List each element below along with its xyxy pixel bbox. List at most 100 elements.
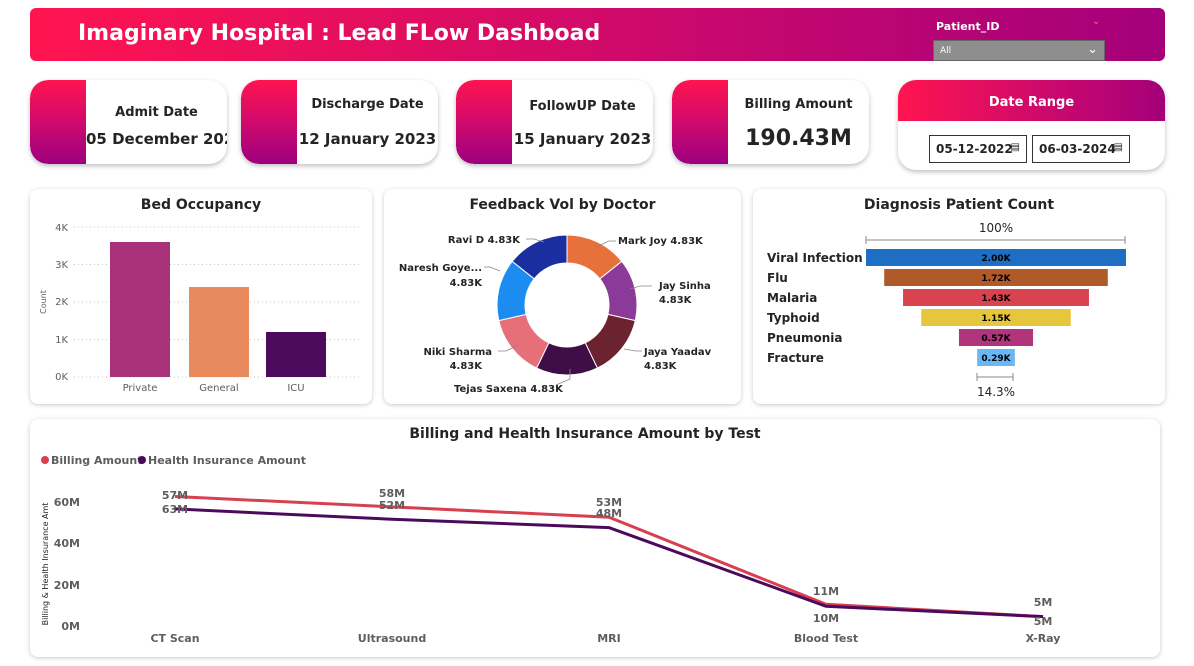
billing-panel: Billing and Health Insurance Amount by T… [30, 419, 1160, 657]
insurance-data-label: 52M [379, 499, 405, 512]
bed-occupancy-panel: Bed Occupancy Count 0K 1K 2K 3K 4K Priva… [30, 189, 372, 404]
followup-date-card: FollowUP Date 15 January 2023 [456, 80, 653, 164]
y-tick-label: 0M [61, 620, 80, 633]
y-tick-label: 40M [54, 537, 80, 550]
funnel-category-label: Pneumonia [767, 331, 843, 345]
funnel-value-label: 0.29K [981, 354, 1011, 364]
x-category-label: X-Ray [1026, 632, 1061, 645]
patient-id-slicer-label: Patient_ID [936, 20, 1000, 33]
donut-label: Niki Sharma [423, 347, 492, 358]
card-label: FollowUP Date [529, 99, 636, 114]
donut-label: Mark Joy 4.83K [618, 236, 704, 247]
donut-label: Ravi D 4.83K [448, 235, 521, 246]
funnel-category-label: Flu [767, 271, 788, 285]
header-bar: Imaginary Hospital : Lead FLow Dashboad … [30, 8, 1165, 61]
card-accent [30, 80, 86, 164]
funnel-category-label: Malaria [767, 291, 817, 305]
donut-label: Jaya Yaadav [643, 347, 712, 358]
legend-marker-insurance [138, 456, 146, 464]
calendar-icon[interactable]: ▤ [1114, 142, 1123, 153]
admit-date-card: Admit Date 05 December 2022 [30, 80, 227, 164]
donut-label: Tejas Saxena 4.83K [454, 384, 564, 395]
y-axis-label: Billing & Health Insurance Amt [41, 503, 50, 626]
chevron-down-icon: ⌄ [1087, 42, 1098, 57]
legend-label-insurance: Health Insurance Amount [148, 454, 306, 467]
end-date-value: 06-03-2024 [1039, 142, 1116, 156]
feedback-panel: Feedback Vol by Doctor Mark Joy 4.83K Ja… [384, 189, 741, 404]
y-tick-label: 4K [55, 223, 68, 234]
billing-data-label: 11M [813, 585, 839, 598]
date-range-slicer: Date Range 05-12-2022 ▤ 06-03-2024 ▤ [898, 80, 1165, 170]
y-tick-label: 0K [55, 372, 68, 383]
card-value: 15 January 2023 [513, 130, 652, 148]
billing-amount-card: Billing Amount 190.43M [672, 80, 869, 164]
billing-line-chart: Billing Amount Health Insurance Amount B… [41, 454, 1061, 645]
feedback-donut-chart: Mark Joy 4.83K Jay Sinha 4.83K Jaya Yaad… [399, 234, 712, 395]
funnel-value-label: 1.72K [981, 274, 1011, 284]
start-date-input[interactable]: 05-12-2022 ▤ [929, 135, 1027, 163]
x-category-label: Private [123, 383, 158, 394]
insurance-data-label: 48M [596, 507, 622, 520]
date-range-title: Date Range [988, 95, 1075, 110]
donut-label: 4.83K [644, 361, 678, 372]
card-label: Admit Date [115, 105, 198, 120]
donut-label: 4.83K [659, 295, 693, 306]
slicer-selected-value: All [940, 46, 952, 56]
funnel-category-label: Typhoid [767, 311, 820, 325]
bar-icu[interactable] [266, 332, 326, 377]
billing-data-label: 5M [1034, 596, 1053, 609]
donut-label: Naresh Goye... [399, 263, 482, 274]
y-tick-label: 1K [55, 335, 68, 346]
diagnosis-funnel-chart: 100% 2.00K Viral Infection 1.72K Flu 1.43K Ma… [767, 221, 1126, 399]
billing-data-label: 57M [162, 489, 188, 502]
x-category-label: MRI [597, 632, 621, 645]
date-range-header: Date Range [898, 80, 1165, 121]
funnel-top-percent: 100% [979, 221, 1013, 235]
x-category-label: General [199, 383, 238, 394]
discharge-date-card: Discharge Date 12 January 2023 [241, 80, 438, 164]
card-label: Billing Amount [744, 97, 853, 112]
y-tick-label: 60M [54, 496, 80, 509]
x-category-label: Blood Test [794, 632, 858, 645]
funnel-value-label: 2.00K [981, 254, 1011, 264]
patient-id-slicer-dropdown[interactable]: All ⌄ [933, 40, 1105, 61]
funnel-value-label: 1.15K [981, 314, 1011, 324]
insurance-data-label: 10M [813, 612, 839, 625]
calendar-icon[interactable]: ▤ [1011, 142, 1020, 153]
card-value: 05 December 2022 [86, 130, 227, 148]
diagnosis-panel: Diagnosis Patient Count 100% 2.00K Viral … [753, 189, 1165, 404]
x-category-label: CT Scan [150, 632, 199, 645]
funnel-bottom-percent: 14.3% [977, 385, 1015, 399]
funnel-value-label: 1.43K [981, 294, 1011, 304]
donut-label: 4.83K [450, 361, 484, 372]
health-insurance-line[interactable] [174, 507, 1044, 619]
start-date-value: 05-12-2022 [936, 142, 1013, 156]
card-label: Discharge Date [311, 97, 424, 112]
page-title: Imaginary Hospital : Lead FLow Dashboad [78, 21, 601, 46]
end-date-input[interactable]: 06-03-2024 ▤ [1032, 135, 1130, 163]
funnel-category-label: Fracture [767, 351, 824, 365]
y-tick-label: 3K [55, 260, 68, 271]
card-value: 12 January 2023 [298, 130, 437, 148]
card-value: 190.43M [745, 126, 852, 151]
insurance-data-label: 63M [162, 503, 188, 516]
card-accent [456, 80, 512, 164]
y-tick-label: 2K [55, 297, 68, 308]
y-axis-label: Count [39, 290, 48, 314]
bed-occupancy-chart: Count 0K 1K 2K 3K 4K Private General ICU [39, 223, 360, 394]
funnel-value-label: 0.57K [981, 334, 1011, 344]
y-tick-label: 20M [54, 579, 80, 592]
bar-general[interactable] [189, 287, 249, 377]
legend-marker-billing [41, 456, 49, 464]
insurance-data-label: 5M [1034, 615, 1053, 628]
chevron-down-icon: ⌄ [1092, 16, 1101, 27]
x-category-label: Ultrasound [358, 632, 426, 645]
card-accent [672, 80, 728, 164]
donut-label: 4.83K [450, 278, 484, 289]
x-category-label: ICU [287, 383, 304, 394]
card-accent [241, 80, 297, 164]
legend-label-billing: Billing Amount [51, 454, 142, 467]
funnel-category-label: Viral Infection [767, 251, 863, 265]
donut-label: Jay Sinha [658, 281, 711, 292]
bar-private[interactable] [110, 242, 170, 377]
